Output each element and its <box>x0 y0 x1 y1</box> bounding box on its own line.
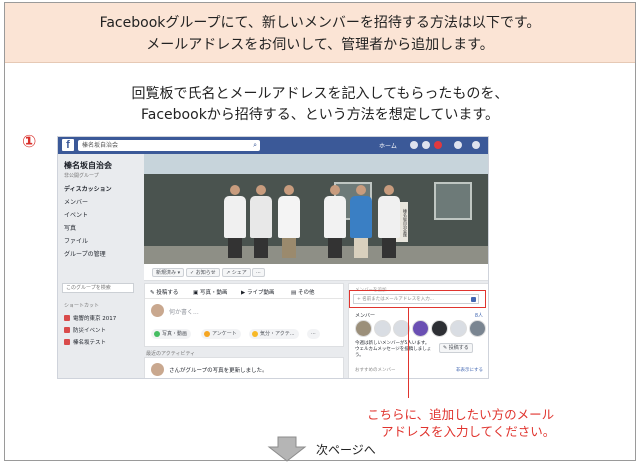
nav-item-photos[interactable]: 写真 <box>64 223 76 232</box>
shortcut-item[interactable]: 防災イベント <box>64 326 106 334</box>
home-link[interactable]: ホーム <box>379 141 397 150</box>
person <box>224 185 246 258</box>
person <box>250 185 272 258</box>
group-left-nav: 榛名坂自治会 非公開グループ ディスカッション メンバー イベント 写真 ファイ… <box>58 154 140 378</box>
person <box>378 185 400 258</box>
nav-item-discussion[interactable]: ディスカッション <box>64 184 112 193</box>
shortcut-icon <box>64 327 70 333</box>
account-menu-icon[interactable] <box>472 141 480 149</box>
post-welcome-button[interactable]: ✎ 投稿する <box>439 343 473 353</box>
chip-poll[interactable]: アンケート <box>201 329 241 339</box>
post-composer: ✎ 投稿する ▣ 写真・動画 ▶ ライブ動画 ▤ その他 何か書く... 写真・… <box>144 283 345 347</box>
person <box>278 185 300 258</box>
intro-line-2: Facebookから招待する、という方法を想定しています。 <box>141 107 499 123</box>
nav-item-members[interactable]: メンバー <box>64 197 88 206</box>
nav-item-manage[interactable]: グループの管理 <box>64 249 106 258</box>
help-icon[interactable] <box>454 141 462 149</box>
feeling-icon <box>252 331 258 337</box>
group-cover-photo: 榛名坂自治会館 <box>144 154 488 264</box>
photo-icon <box>154 331 160 337</box>
shortcut-icon <box>64 339 70 345</box>
activity-heading: 最近のアクティビティ <box>146 351 196 357</box>
hide-link[interactable]: 非表示にする <box>456 367 483 373</box>
members-count[interactable]: 8人 <box>475 312 483 319</box>
post-text: さんがグループの写真を更新しました。 <box>169 368 268 374</box>
down-arrow-icon[interactable] <box>267 436 307 462</box>
highlight-box <box>349 290 486 308</box>
welcome-message: 今週は新しいメンバーが5人います。ウェルカムメッセージを投稿しましょう。 <box>355 341 432 358</box>
share-button[interactable]: ↗ シェア <box>222 268 251 277</box>
callout-line <box>408 308 409 398</box>
member-avatar[interactable] <box>469 320 486 337</box>
tab-more[interactable]: ▤ その他 <box>291 288 314 296</box>
friends-icon[interactable] <box>410 141 418 149</box>
next-page-link[interactable]: 次ページへ <box>316 441 376 458</box>
nav-item-files[interactable]: ファイル <box>64 236 88 245</box>
step-number: ① <box>22 132 37 152</box>
messages-icon[interactable] <box>422 141 430 149</box>
members-heading: メンバー <box>355 313 376 319</box>
member-avatar[interactable] <box>374 320 391 337</box>
cover-ground <box>144 246 488 264</box>
composer-input[interactable]: 何か書く... <box>169 307 199 316</box>
header-line-1: Facebookグループにて、新しいメンバーを招待する方法は以下です。 <box>99 15 541 31</box>
chip-feeling[interactable]: 気分・アクテ... <box>249 329 299 339</box>
composer-divider <box>145 298 345 299</box>
member-avatar[interactable] <box>450 320 467 337</box>
intro-line-1: 回覧板で氏名とメールアドレスを記入してもらったものを、 <box>131 86 509 102</box>
group-type: 非公開グループ <box>64 173 99 179</box>
shortcuts-heading: ショートカット <box>64 303 100 309</box>
member-avatar[interactable] <box>412 320 429 337</box>
slide: Facebookグループにて、新しいメンバーを招待する方法は以下です。 メールア… <box>4 2 636 462</box>
header-line-2: メールアドレスをお伺いして、管理者から追加します。 <box>146 37 494 53</box>
avatar <box>151 363 164 376</box>
avatar <box>151 304 164 317</box>
nav-item-events[interactable]: イベント <box>64 210 88 219</box>
search-value: 榛名坂自治会 <box>82 142 119 149</box>
suggested-members-label: おすすめのメンバー <box>355 368 396 373</box>
search-icon[interactable]: ⌕ <box>253 140 257 151</box>
notifications-button[interactable]: ✓ お知らせ <box>186 268 220 277</box>
cover-sky <box>144 154 488 174</box>
chip-photo-video[interactable]: 写真・動画 <box>151 329 192 339</box>
header-banner: Facebookグループにて、新しいメンバーを招待する方法は以下です。 メールア… <box>5 3 635 63</box>
facebook-logo-icon[interactable]: f <box>62 139 74 151</box>
group-name[interactable]: 榛名坂自治会 <box>64 160 112 171</box>
shortcut-item[interactable]: 榛名坂テスト <box>64 338 106 346</box>
tab-post[interactable]: ✎ 投稿する <box>150 288 178 296</box>
facebook-topbar: f 榛名坂自治会 ⌕ ホーム <box>58 137 488 154</box>
cover-window <box>434 182 472 220</box>
more-button[interactable]: ··· <box>252 268 265 277</box>
callout-line-2: アドレスを入力してください。 <box>381 424 556 439</box>
facebook-screenshot: f 榛名坂自治会 ⌕ ホーム 榛名坂自治会 非公開グループ ディスカッション メ… <box>57 136 489 379</box>
shortcut-item[interactable]: 電響的東京 2017 <box>64 314 116 322</box>
group-search-input[interactable]: このグループを検索 <box>62 283 134 293</box>
shortcut-icon <box>64 315 70 321</box>
tab-live-video[interactable]: ▶ ライブ動画 <box>241 288 274 296</box>
person <box>350 185 372 258</box>
group-action-bar: 新規済み ▾ ✓ お知らせ ↗ シェア ··· <box>144 264 488 281</box>
tab-photo-video[interactable]: ▣ 写真・動画 <box>193 288 227 296</box>
chip-more[interactable]: ··· <box>307 329 320 339</box>
feed-post: さんがグループの写真を更新しました。 <box>144 357 344 378</box>
notifications-icon[interactable] <box>434 141 442 149</box>
member-avatar[interactable] <box>355 320 372 337</box>
member-avatar[interactable] <box>431 320 448 337</box>
facebook-search-input[interactable]: 榛名坂自治会 ⌕ <box>78 140 260 151</box>
person <box>324 185 346 258</box>
poll-icon <box>204 331 210 337</box>
joined-button[interactable]: 新規済み ▾ <box>152 268 185 277</box>
